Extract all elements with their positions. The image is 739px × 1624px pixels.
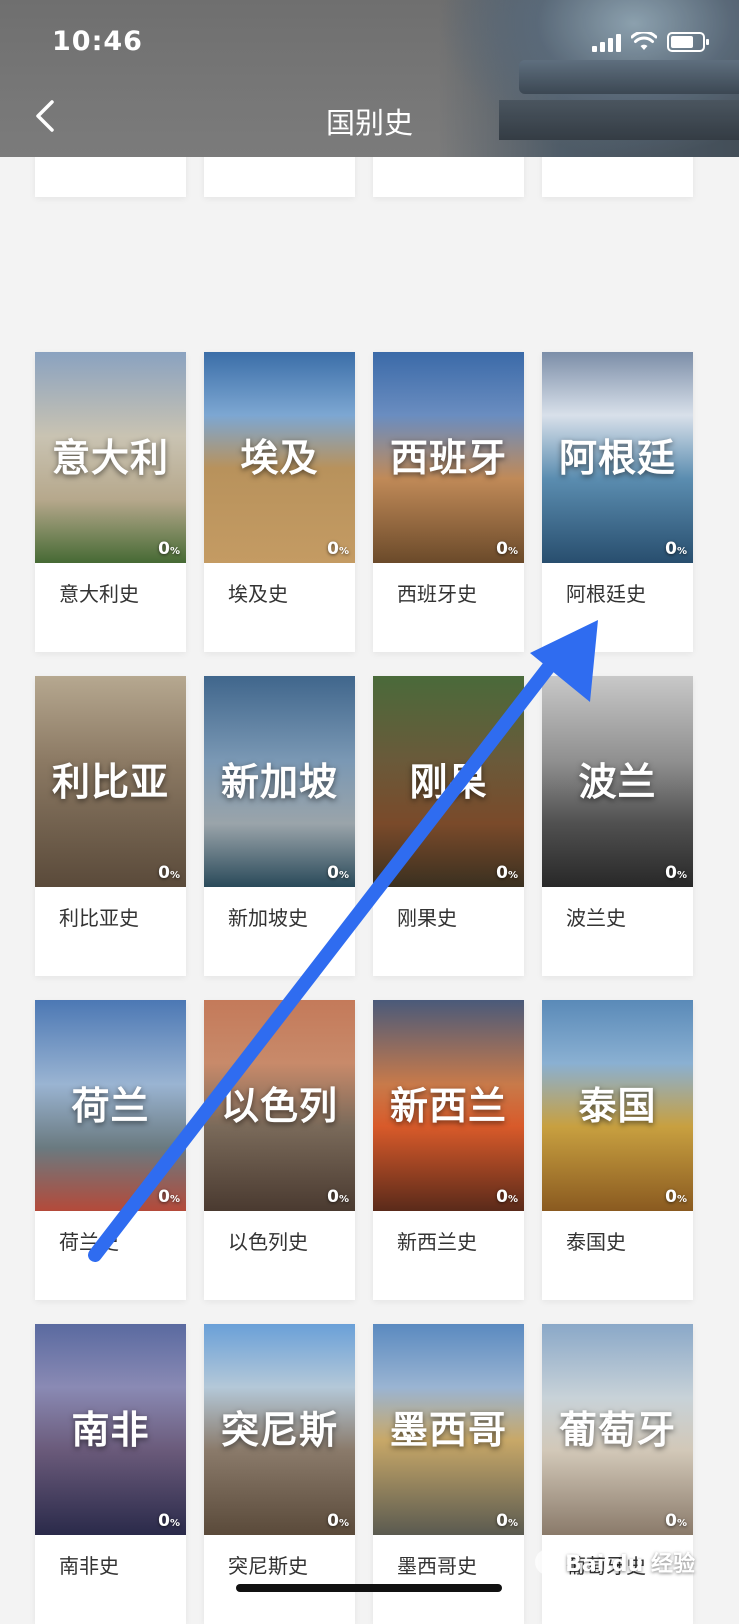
- country-card[interactable]: 泰国 0% 泰国史: [542, 1000, 693, 1300]
- cover-title: 突尼斯: [220, 1407, 338, 1452]
- progress-percent: 0%: [158, 1187, 180, 1207]
- country-cover-image: 以色列 0%: [204, 1000, 355, 1211]
- country-cover-image: 泰国 0%: [542, 1000, 693, 1211]
- signal-icon: [592, 32, 621, 52]
- paw-logo-icon: [535, 1549, 562, 1575]
- country-cover-image: 刚果 0%: [373, 676, 524, 887]
- cover-title: 埃及: [240, 435, 319, 480]
- country-card-label: 新加坡史: [228, 906, 308, 930]
- cover-title: 墨西哥: [389, 1407, 507, 1452]
- progress-percent: 0%: [665, 539, 687, 559]
- page-title: 国别史: [325, 106, 413, 140]
- country-card[interactable]: 波兰 0% 波兰史: [542, 676, 693, 976]
- country-card-label: 墨西哥史: [397, 1554, 477, 1578]
- country-card[interactable]: 葡萄牙 0% 葡萄牙史: [542, 1324, 693, 1624]
- country-cover-image: 新西兰 0%: [373, 1000, 524, 1211]
- country-card[interactable]: 突尼斯 0% 突尼斯史: [204, 1324, 355, 1624]
- country-card-label: 波兰史: [566, 906, 626, 930]
- country-cover-image: 荷兰 0%: [35, 1000, 186, 1211]
- progress-percent: 0%: [327, 863, 349, 883]
- wifi-icon: [631, 32, 657, 50]
- country-card[interactable]: 西班牙 0% 西班牙史: [373, 352, 524, 652]
- country-card[interactable]: 埃及 0% 埃及史: [204, 352, 355, 652]
- country-card-label: 泰国史: [566, 1230, 626, 1254]
- country-cover-image: 意大利 0%: [35, 352, 186, 563]
- cover-title: 南非: [71, 1407, 150, 1452]
- progress-percent: 0%: [158, 863, 180, 883]
- cover-title: 以色列: [220, 1083, 338, 1128]
- country-card[interactable]: 以色列 0% 以色列史: [204, 1000, 355, 1300]
- country-card[interactable]: 阿根廷 0% 阿根廷史: [542, 352, 693, 652]
- cover-title: 波兰: [578, 759, 657, 804]
- country-card[interactable]: 刚果 0% 刚果史: [373, 676, 524, 976]
- cover-title: 新加坡: [220, 759, 338, 804]
- battery-icon: [667, 32, 709, 52]
- cover-title: 利比亚: [51, 759, 169, 804]
- country-card[interactable]: 南非 0% 南非史: [35, 1324, 186, 1624]
- cover-title: 新西兰: [389, 1083, 507, 1128]
- country-cover-image: 西班牙 0%: [373, 352, 524, 563]
- progress-percent: 0%: [665, 863, 687, 883]
- country-cover-image: 阿根廷 0%: [542, 352, 693, 563]
- baidu-watermark: Bai du 经验: [535, 1546, 695, 1578]
- status-icons: [592, 32, 709, 52]
- progress-percent: 0%: [496, 1187, 518, 1207]
- cover-title: 泰国: [578, 1083, 657, 1128]
- app-header: 10:46 国别史: [0, 0, 739, 157]
- cover-title: 葡萄牙: [558, 1407, 676, 1452]
- country-card-label: 刚果史: [397, 906, 457, 930]
- status-time: 10:46: [52, 26, 143, 57]
- progress-percent: 0%: [496, 863, 518, 883]
- country-card[interactable]: 意大利 0% 意大利史: [35, 352, 186, 652]
- cover-title: 刚果: [409, 759, 488, 804]
- cover-title: 阿根廷: [558, 435, 676, 480]
- country-cover-image: 利比亚 0%: [35, 676, 186, 887]
- cover-title: 意大利: [51, 435, 169, 480]
- country-card-label: 突尼斯史: [228, 1554, 308, 1578]
- progress-percent: 0%: [158, 539, 180, 559]
- cover-title: 西班牙: [389, 435, 507, 480]
- progress-percent: 0%: [665, 1511, 687, 1531]
- country-card-label: 新西兰史: [397, 1230, 477, 1254]
- country-card-label: 荷兰史: [59, 1230, 119, 1254]
- cover-title: 荷兰: [71, 1083, 150, 1128]
- country-card-label: 利比亚史: [59, 906, 139, 930]
- country-cover-image: 新加坡 0%: [204, 676, 355, 887]
- country-card-label: 南非史: [59, 1554, 119, 1578]
- country-card-label: 西班牙史: [397, 582, 477, 606]
- progress-percent: 0%: [665, 1187, 687, 1207]
- country-card[interactable]: 新加坡 0% 新加坡史: [204, 676, 355, 976]
- country-card-label: 意大利史: [59, 582, 139, 606]
- progress-percent: 0%: [496, 1511, 518, 1531]
- country-card[interactable]: 新西兰 0% 新西兰史: [373, 1000, 524, 1300]
- country-cover-image: 葡萄牙 0%: [542, 1324, 693, 1535]
- country-cover-image: 突尼斯 0%: [204, 1324, 355, 1535]
- country-cover-image: 墨西哥 0%: [373, 1324, 524, 1535]
- progress-percent: 0%: [327, 539, 349, 559]
- progress-percent: 0%: [327, 1511, 349, 1531]
- home-indicator: [236, 1584, 502, 1592]
- country-card[interactable]: 利比亚 0% 利比亚史: [35, 676, 186, 976]
- country-cover-image: 南非 0%: [35, 1324, 186, 1535]
- country-card[interactable]: 墨西哥 0% 墨西哥史: [373, 1324, 524, 1624]
- progress-percent: 0%: [327, 1187, 349, 1207]
- country-cover-image: 波兰 0%: [542, 676, 693, 887]
- country-card[interactable]: 荷兰 0% 荷兰史: [35, 1000, 186, 1300]
- country-card-label: 阿根廷史: [566, 582, 646, 606]
- country-cover-image: 埃及 0%: [204, 352, 355, 563]
- progress-percent: 0%: [496, 539, 518, 559]
- country-card-label: 以色列史: [228, 1230, 308, 1254]
- country-card-label: 埃及史: [228, 582, 288, 606]
- progress-percent: 0%: [158, 1511, 180, 1531]
